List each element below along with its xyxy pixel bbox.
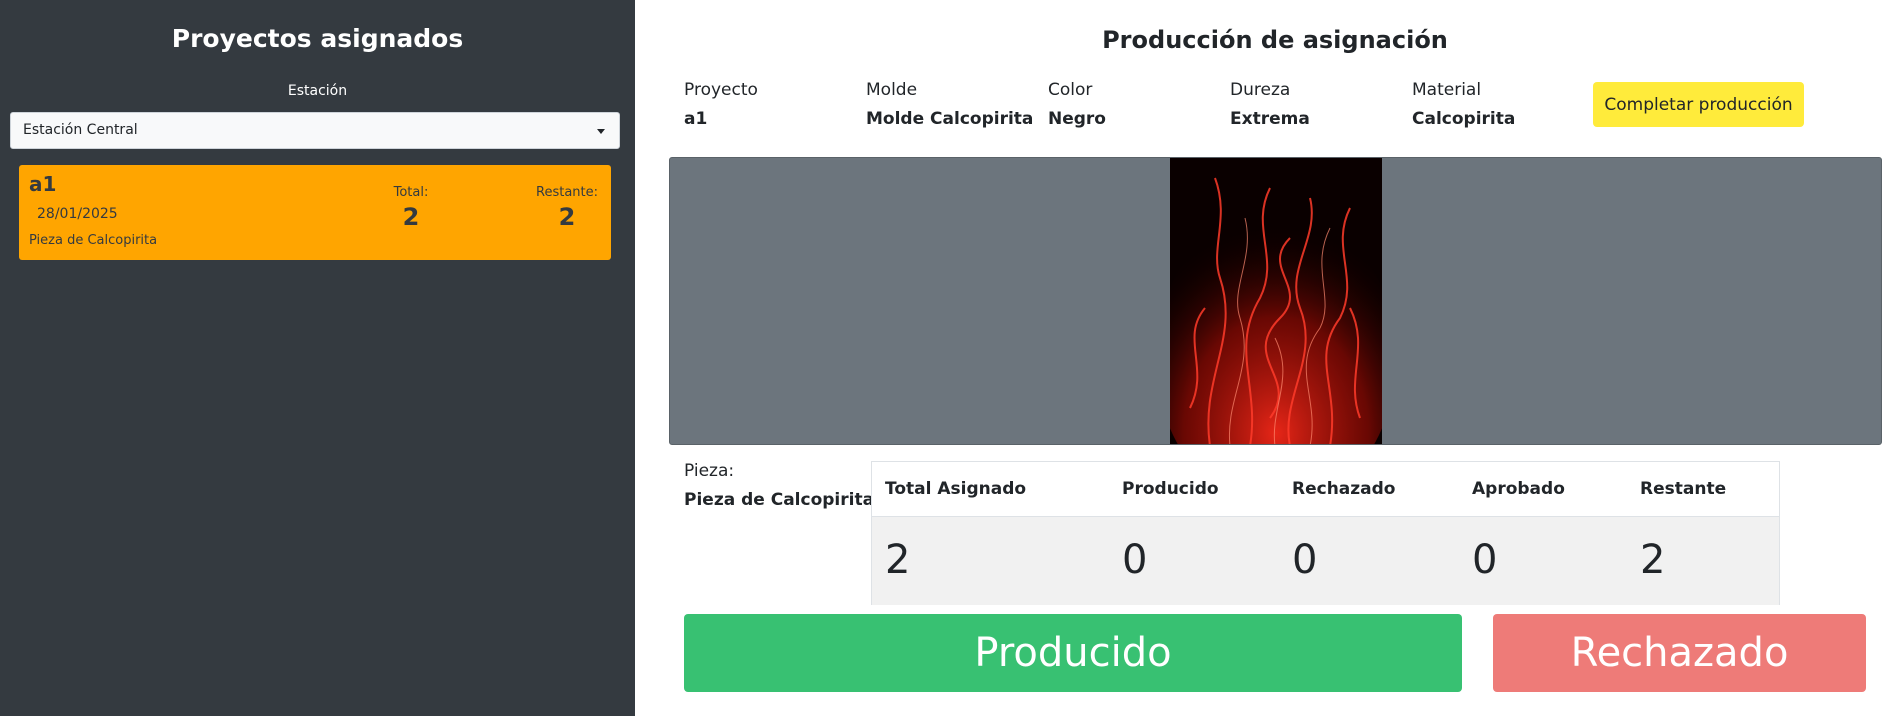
info-mold-value: Molde Calcopirita — [866, 109, 1034, 129]
project-remaining: Restante: 2 — [507, 185, 627, 231]
piece-value: Pieza de Calcopirita — [684, 490, 875, 510]
project-name: a1 — [29, 172, 57, 196]
stats-header-row: Total Asignado Producido Rechazado Aprob… — [872, 462, 1779, 517]
info-mold-label: Molde — [866, 80, 918, 100]
sidebar: Proyectos asignados Estación Estación Ce… — [0, 0, 635, 716]
project-total-value: 2 — [402, 203, 420, 231]
info-mold: Molde Molde Calcopirita — [866, 80, 1046, 129]
header-approved: Aprobado — [1472, 479, 1565, 499]
info-project: Proyecto a1 — [684, 80, 864, 129]
info-project-value: a1 — [684, 109, 708, 129]
project-card[interactable]: a1 28/01/2025 Pieza de Calcopirita Total… — [19, 165, 611, 260]
project-total-label: Total: — [393, 185, 429, 200]
project-total: Total: 2 — [351, 185, 471, 231]
project-remaining-label: Restante: — [536, 185, 598, 200]
piece-image-area — [669, 157, 1882, 445]
header-total-assigned: Total Asignado — [885, 479, 1027, 499]
project-remaining-value: 2 — [558, 203, 576, 231]
value-total-assigned: 2 — [885, 537, 911, 583]
info-hardness-value: Extrema — [1230, 109, 1310, 129]
produced-button[interactable]: Producido — [684, 614, 1462, 692]
info-hardness: Dureza Extrema — [1230, 80, 1410, 129]
info-color: Color Negro — [1048, 80, 1228, 129]
header-produced: Producido — [1122, 479, 1219, 499]
sidebar-title: Proyectos asignados — [171, 24, 464, 53]
station-select[interactable]: Estación Central — [10, 112, 620, 149]
flame-image — [1170, 158, 1382, 444]
value-approved: 0 — [1472, 537, 1498, 583]
production-stats-table: Total Asignado Producido Rechazado Aprob… — [871, 461, 1780, 605]
station-select-value: Estación Central — [23, 122, 138, 138]
piece-label: Pieza: — [684, 461, 735, 481]
project-piece: Pieza de Calcopirita — [29, 233, 158, 248]
complete-production-button[interactable]: Completar producción — [1593, 82, 1804, 127]
info-color-value: Negro — [1048, 109, 1106, 129]
caret-down-icon — [597, 129, 605, 134]
stats-value-row: 2 0 0 0 2 — [872, 517, 1779, 605]
info-material: Material Calcopirita — [1412, 80, 1592, 129]
value-remaining: 2 — [1640, 537, 1666, 583]
header-remaining: Restante — [1640, 479, 1727, 499]
info-project-label: Proyecto — [684, 80, 758, 100]
info-hardness-label: Dureza — [1230, 80, 1291, 100]
info-material-label: Material — [1412, 80, 1482, 100]
info-material-value: Calcopirita — [1412, 109, 1516, 129]
project-date: 28/01/2025 — [37, 206, 118, 222]
value-rejected: 0 — [1292, 537, 1318, 583]
rejected-button[interactable]: Rechazado — [1493, 614, 1866, 692]
info-color-label: Color — [1048, 80, 1093, 100]
value-produced: 0 — [1122, 537, 1148, 583]
station-label: Estación — [287, 83, 348, 99]
page-title: Producción de asignación — [1102, 26, 1448, 54]
header-rejected: Rechazado — [1292, 479, 1396, 499]
